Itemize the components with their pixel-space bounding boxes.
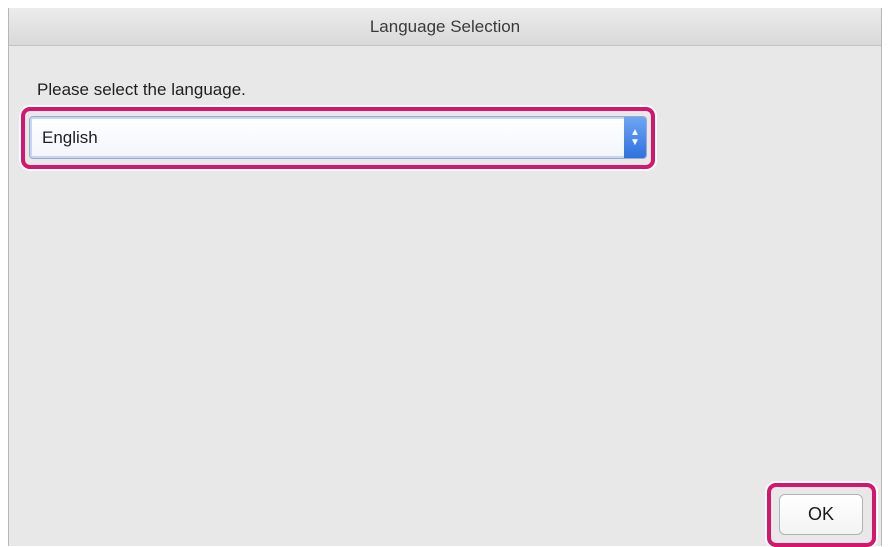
language-select[interactable]: English ▲ ▼	[29, 116, 647, 159]
language-selection-window: Language Selection Please select the lan…	[8, 8, 882, 547]
chevron-up-down-icon[interactable]: ▲ ▼	[624, 117, 646, 158]
window-titlebar: Language Selection	[9, 8, 881, 46]
language-prompt: Please select the language.	[37, 80, 246, 99]
language-select-value: English	[42, 128, 98, 147]
window-title: Language Selection	[369, 17, 521, 36]
ok-button[interactable]: OK	[779, 494, 863, 535]
